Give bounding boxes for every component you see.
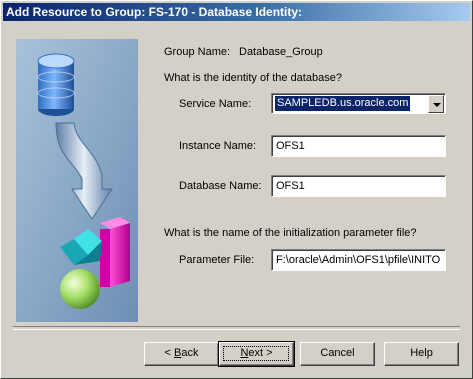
- next-button[interactable]: Next >: [218, 341, 295, 367]
- group-name-label: Group Name:: [164, 46, 231, 58]
- parameter-question: What is the name of the initialization p…: [164, 227, 417, 239]
- window-title: Add Resource to Group: FS-170 - Database…: [3, 3, 470, 21]
- wizard-illustration: [16, 39, 138, 322]
- group-name-value: Database_Group: [239, 46, 323, 58]
- cancel-button[interactable]: Cancel: [300, 342, 375, 366]
- back-button-label: < Back: [164, 347, 199, 359]
- instance-name-input[interactable]: OFS1: [271, 135, 446, 157]
- service-name-dropdown-button[interactable]: [428, 95, 444, 113]
- database-name-label: Database Name:: [179, 180, 262, 192]
- help-button[interactable]: Help: [384, 342, 459, 366]
- service-name-label: Service Name:: [179, 98, 252, 110]
- database-cylinder-icon: [37, 53, 75, 116]
- database-name-input[interactable]: OFS1: [271, 175, 446, 197]
- back-button[interactable]: < Back: [144, 342, 219, 366]
- parameter-file-input[interactable]: F:\oracle\Admin\OFS1\pfile\INITO: [271, 249, 446, 271]
- service-name-combobox[interactable]: SAMPLEDB.us.oracle.com: [271, 93, 446, 114]
- button-separator: [13, 326, 460, 330]
- dialog-window: Add Resource to Group: FS-170 - Database…: [0, 0, 473, 379]
- service-name-value: SAMPLEDB.us.oracle.com: [275, 96, 411, 111]
- identity-question: What is the identity of the database?: [164, 72, 342, 84]
- parameter-file-label: Parameter File:: [179, 254, 255, 266]
- illustration-graphic: [16, 39, 138, 322]
- instance-name-label: Instance Name:: [179, 140, 257, 152]
- dropdown-arrow-icon: [433, 103, 441, 107]
- next-button-label: Next >: [240, 347, 273, 359]
